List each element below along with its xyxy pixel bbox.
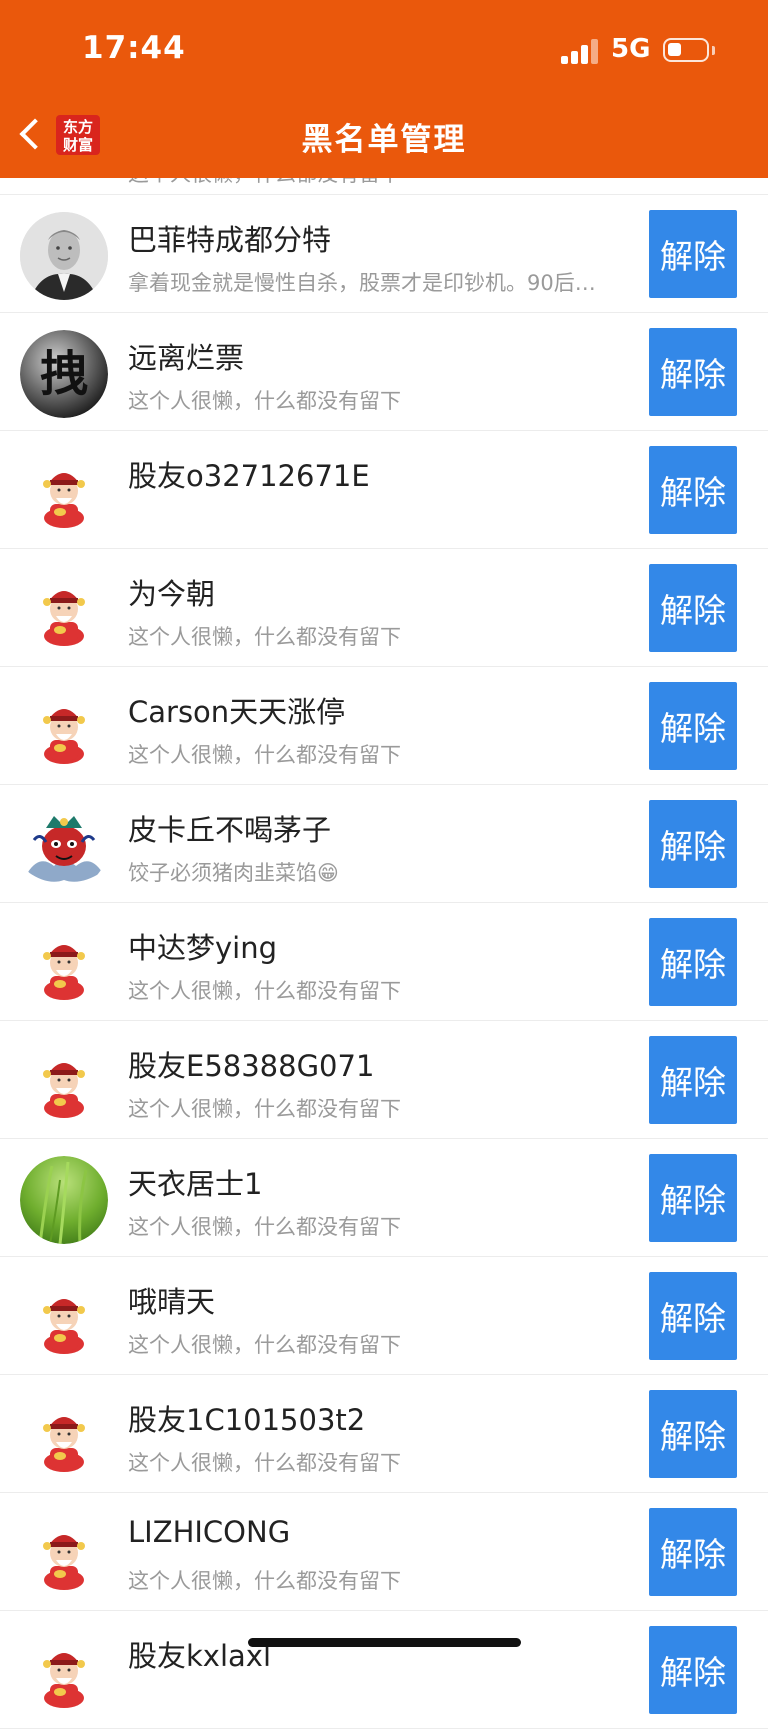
unblock-button[interactable]: 解除 xyxy=(649,210,737,298)
fortune-god-avatar[interactable] xyxy=(20,1510,108,1598)
unblock-button[interactable]: 解除 xyxy=(649,1036,737,1124)
user-signature: 这个人很懒，什么都没有留下 xyxy=(128,1569,401,1593)
list-item[interactable]: 股友1C101503t2 这个人很懒，什么都没有留下 解除 xyxy=(0,1375,768,1493)
user-name[interactable]: 远离烂票 xyxy=(128,335,244,377)
user-signature: 这个人很懒，什么都没有留下 xyxy=(128,625,401,649)
user-name[interactable]: 为今朝 xyxy=(128,571,215,613)
fortune-god-avatar[interactable] xyxy=(20,448,108,536)
svg-text:拽: 拽 xyxy=(40,346,88,402)
portrait-avatar[interactable] xyxy=(20,212,108,300)
user-name[interactable]: 哦晴天 xyxy=(128,1279,215,1321)
unblock-button[interactable]: 解除 xyxy=(649,1626,737,1714)
list-item[interactable]: LIZHICONG 这个人很懒，什么都没有留下 解除 xyxy=(0,1493,768,1611)
list-item[interactable]: Carson天天涨停这个人很懒，什么都没有留下 解除 xyxy=(0,667,768,785)
user-signature: 这个人很懒，什么都没有留下 xyxy=(128,979,401,1003)
fortune-god-avatar[interactable] xyxy=(20,566,108,654)
user-signature: 拿着现金就是慢性自杀，股票才是印钞机。90后… xyxy=(128,271,596,295)
list-item[interactable]: 股友o32712671E 解除 xyxy=(0,431,768,549)
opera-mask-avatar[interactable] xyxy=(20,802,108,890)
user-name[interactable]: 天衣居士1 xyxy=(128,1161,262,1203)
user-signature: 这个人很懒，什么都没有留下 xyxy=(128,1097,401,1121)
unblock-button[interactable]: 解除 xyxy=(649,1272,737,1360)
list-item[interactable]: 皮卡丘不喝茅子饺子必须猪肉韭菜馅😁 解除 xyxy=(0,785,768,903)
home-indicator xyxy=(248,1638,521,1647)
fortune-god-avatar[interactable] xyxy=(20,684,108,772)
user-signature: 这个人很懒，什么都没有留下 xyxy=(128,1451,401,1475)
unblock-button[interactable]: 解除 xyxy=(649,800,737,888)
user-signature: 饺子必须猪肉韭菜馅😁 xyxy=(128,861,339,885)
user-name[interactable]: 股友o32712671E xyxy=(128,453,370,495)
list-item[interactable]: 股友kxlaxl 解除 xyxy=(0,1611,768,1729)
unblock-button[interactable]: 解除 xyxy=(649,1154,737,1242)
fortune-god-avatar[interactable] xyxy=(20,1628,108,1716)
list-item[interactable]: 哦晴天这个人很懒，什么都没有留下 解除 xyxy=(0,1257,768,1375)
user-name[interactable]: 股友E58388G071 xyxy=(128,1043,374,1085)
user-signature: 这个人很懒，什么都没有留下 xyxy=(128,389,401,413)
user-name[interactable]: Carson天天涨停 xyxy=(128,689,345,731)
battery-icon xyxy=(663,38,709,62)
unblock-button[interactable]: 解除 xyxy=(649,682,737,770)
list-item[interactable]: 巴菲特成都分特拿着现金就是慢性自杀，股票才是印钞机。90后… 解除 xyxy=(0,195,768,313)
calligraphy-avatar[interactable]: 拽 xyxy=(20,330,108,418)
user-name[interactable]: LIZHICONG xyxy=(128,1515,290,1549)
fortune-god-avatar[interactable] xyxy=(20,1274,108,1362)
user-name[interactable]: 股友1C101503t2 xyxy=(128,1397,365,1439)
unblock-button[interactable]: 解除 xyxy=(649,446,737,534)
blacklist-list: 巴菲特成都分特拿着现金就是慢性自杀，股票才是印钞机。90后… 解除 拽 远离烂票这… xyxy=(0,195,768,1729)
unblock-button[interactable]: 解除 xyxy=(649,1390,737,1478)
battery-cap xyxy=(712,46,715,55)
signal-icon xyxy=(561,38,601,64)
list-item[interactable]: 股友E58388G071 这个人很懒，什么都没有留下 解除 xyxy=(0,1021,768,1139)
unblock-button[interactable]: 解除 xyxy=(649,564,737,652)
fortune-god-avatar[interactable] xyxy=(20,1038,108,1126)
user-name[interactable]: 巴菲特成都分特 xyxy=(128,217,331,259)
status-time: 17:44 xyxy=(82,30,186,66)
header-bar: 17:44 5G 东方 财富 黑名单管理 xyxy=(0,0,768,178)
fortune-god-avatar[interactable] xyxy=(20,1392,108,1480)
user-name[interactable]: 皮卡丘不喝茅子 xyxy=(128,807,331,849)
fortune-god-avatar[interactable] xyxy=(20,920,108,1008)
unblock-button[interactable]: 解除 xyxy=(649,328,737,416)
list-item[interactable]: 中达梦ying 这个人很懒，什么都没有留下 解除 xyxy=(0,903,768,1021)
unblock-button[interactable]: 解除 xyxy=(649,1508,737,1596)
unblock-button[interactable]: 解除 xyxy=(649,918,737,1006)
page-title: 黑名单管理 xyxy=(301,122,467,158)
user-name[interactable]: 中达梦ying xyxy=(128,925,277,967)
user-signature: 这个人很懒，什么都没有留下 xyxy=(128,1215,401,1239)
list-item[interactable]: 拽 远离烂票这个人很懒，什么都没有留下 解除 xyxy=(0,313,768,431)
list-item[interactable]: 天衣居士1 这个人很懒，什么都没有留下 解除 xyxy=(0,1139,768,1257)
grass-avatar[interactable] xyxy=(20,1156,108,1244)
user-signature: 这个人很懒，什么都没有留下 xyxy=(128,743,401,767)
list-item[interactable]: 为今朝这个人很懒，什么都没有留下 解除 xyxy=(0,549,768,667)
network-label: 5G xyxy=(611,34,651,64)
user-signature: 这个人很懒，什么都没有留下 xyxy=(128,1333,401,1357)
